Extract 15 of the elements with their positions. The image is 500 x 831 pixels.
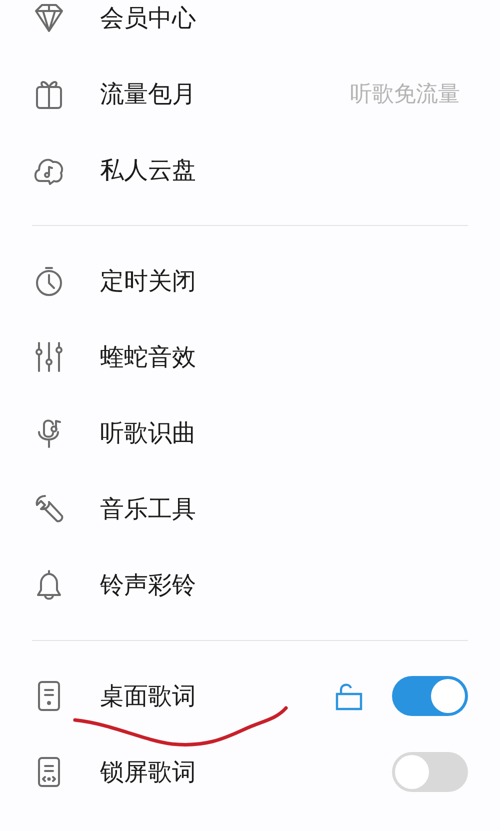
item-label: 锁屏歌词: [100, 757, 196, 788]
unlocked-padlock-icon[interactable]: [334, 681, 364, 711]
item-label: 定时关闭: [100, 266, 196, 297]
item-label: 会员中心: [100, 3, 196, 34]
item-label: 私人云盘: [100, 155, 196, 186]
item-detail: 听歌免流量: [350, 81, 460, 109]
item-label: 听歌识曲: [100, 418, 196, 449]
item-label: 蝰蛇音效: [100, 342, 196, 373]
diamond-icon: [32, 1, 66, 35]
item-label: 桌面歌词: [100, 681, 196, 712]
item-label: 音乐工具: [100, 494, 196, 525]
item-label: 铃声彩铃: [100, 570, 196, 601]
toggle-switch[interactable]: [392, 676, 468, 716]
item-label: 流量包月: [100, 79, 196, 110]
toggle-switch[interactable]: [392, 752, 468, 792]
